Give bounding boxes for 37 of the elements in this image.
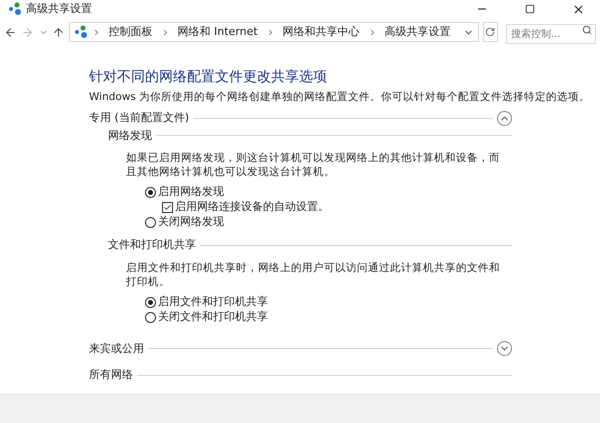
radio-button[interactable] [145,296,156,308]
checkbox[interactable] [162,202,173,213]
breadcrumb-item[interactable]: 网络和 Internet [174,24,262,40]
page-description: Windows 为你所使用的每个网络创建单独的网络配置文件。你可以针对每个配置文件选择特定的选项。 [89,90,590,104]
radio-button[interactable] [145,217,156,228]
subsection-title: 网络发现 [108,128,152,144]
collapse-button[interactable] [497,110,512,126]
refresh-button[interactable] [482,22,498,42]
subsection-title: 文件和打印机共享 [108,237,196,253]
expand-button[interactable] [497,341,512,356]
address-bar[interactable]: 控制面板 网络和 Internet 网络和共享中心 高级共享设置 [68,22,479,42]
setting-description: 启用文件和打印机共享时，网络上的用户可以访问通过此计算机共享的文件和打印机。 [125,260,501,288]
checkbox-option[interactable]: 启用网络连接设备的自动设置。 [145,200,512,215]
breadcrumb-item[interactable]: 网络和共享中心 [278,24,364,40]
section-title: 所有网络 [89,367,133,383]
breadcrumb-item[interactable]: 控制面板 [104,24,157,40]
search-icon [582,24,592,35]
radio-option[interactable]: 关闭网络发现 [145,215,512,230]
radio-option[interactable]: 启用文件和打印机共享 [145,294,512,310]
section-title: 专用 (当前配置文件) [89,110,190,126]
radio-button[interactable] [145,187,156,198]
radio-button[interactable] [145,312,156,322]
close-icon [572,2,584,16]
radio-option[interactable]: 关闭文件和打印机共享 [145,310,512,324]
radio-option[interactable]: 启用网络发现 [145,185,512,200]
network-icon [74,25,88,39]
refresh-icon [485,27,496,37]
window-title: 高级共享设置 [26,0,92,17]
maximize-icon [525,4,535,14]
search-field[interactable]: 搜索控制... [506,24,596,44]
app-icon [8,2,22,16]
page-heading: 针对不同的网络配置文件更改共享选项 [89,68,328,86]
back-button[interactable] [4,26,18,38]
setting-description: 如果已启用网络发现，则这台计算机可以发现网络上的其他计算机和设备，而且其他网络计算机也可以发现这台计算机。 [125,151,501,179]
up-button[interactable] [52,26,65,38]
section-title: 来宾或公用 [89,340,144,356]
breadcrumb-item[interactable]: 高级共享设置 [380,24,455,40]
